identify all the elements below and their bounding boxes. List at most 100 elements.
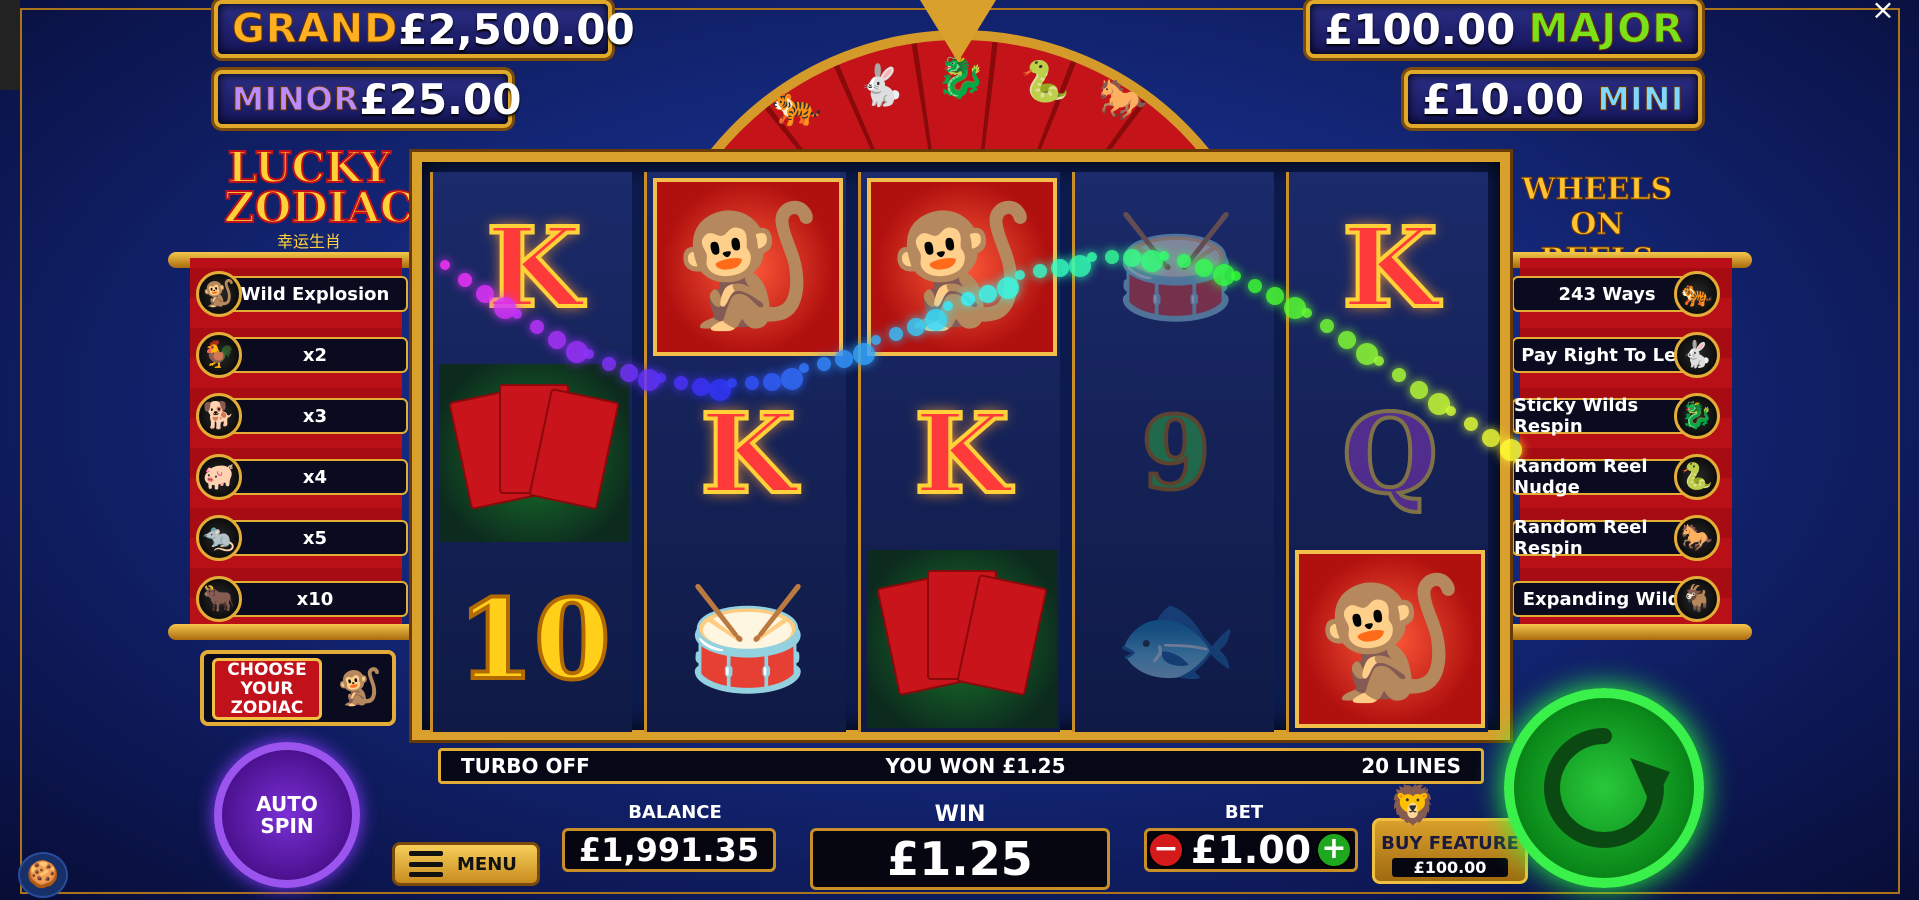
- tiger-wheel-icon: 🐅: [772, 83, 822, 129]
- bet-increase-button[interactable]: +: [1316, 832, 1352, 868]
- game-stage: 🐅 🐇 🐉 🐍 🐎 GRAND £2,500.00 MINOR £25.00 £…: [0, 0, 1919, 900]
- sparkle-particle: [1500, 439, 1522, 462]
- sparkle-particle: [1086, 251, 1097, 262]
- sparkle-particle: [1176, 254, 1191, 269]
- sparkle-particle: [1194, 258, 1213, 277]
- choose-zodiac-panel: CHOOSE YOUR ZODIAC 🐒: [200, 650, 396, 726]
- spin-button[interactable]: [1504, 688, 1704, 888]
- menu-button[interactable]: MENU: [392, 842, 540, 886]
- pig-icon: 🐖: [196, 454, 242, 500]
- horse-icon: 🐎: [1674, 515, 1720, 561]
- logo-line-1: LUCKY: [227, 143, 392, 192]
- sparkle-particle: [1338, 330, 1357, 349]
- sparkle-particle: [1032, 264, 1047, 279]
- rat-icon: 🐀: [196, 515, 242, 561]
- left-feature-row: x10: [222, 581, 408, 617]
- sparkle-particle: [853, 342, 876, 365]
- tiger-icon: 🐅: [1674, 271, 1720, 317]
- rabbit-wheel-icon: 🐇: [856, 63, 906, 109]
- reel: 🐒 K: [858, 172, 1060, 732]
- sparkle-particle: [943, 300, 954, 311]
- sparkle-particle: [440, 260, 450, 270]
- menu-label: MENU: [457, 853, 517, 875]
- symbol-envelopes: [867, 550, 1057, 728]
- minor-jackpot: MINOR £25.00: [214, 70, 521, 128]
- win-value: £1.25: [810, 828, 1110, 890]
- sparkle-particle: [1410, 380, 1429, 399]
- sparkle-particle: [1446, 405, 1457, 416]
- buy-feature-button[interactable]: 🦁 BUY FEATURE £100.00: [1372, 783, 1528, 884]
- sparkle-particle: [1302, 307, 1313, 318]
- left-feature-row: Wild Explosion: [222, 276, 408, 312]
- snake-wheel-icon: 🐍: [1020, 59, 1070, 105]
- symbol-q: Q: [1340, 387, 1440, 520]
- major-jackpot-value: £100.00: [1324, 4, 1516, 54]
- turbo-status[interactable]: TURBO OFF: [461, 754, 590, 778]
- sparkle-particle: [619, 363, 638, 382]
- lines-count: 20 LINES: [1361, 754, 1461, 778]
- symbol-monkey: 🐒: [1295, 550, 1485, 728]
- monkey-icon: 🐒: [196, 271, 242, 317]
- grand-jackpot-value: £2,500.00: [398, 4, 635, 54]
- reel: K 10: [430, 172, 632, 732]
- cookie-settings-icon[interactable]: 🍪: [18, 852, 68, 898]
- hamburger-icon: [409, 851, 443, 877]
- sparkle-particle: [1122, 249, 1141, 268]
- monkey-icon: 🐒: [337, 667, 382, 708]
- buy-feature-price: £100.00: [1392, 858, 1508, 877]
- auto-spin-button[interactable]: AUTO SPIN: [214, 742, 360, 888]
- right-scroll-rod-bottom: [1496, 624, 1752, 640]
- sparkle-particle: [1050, 259, 1069, 278]
- horse-wheel-icon: 🐎: [1098, 77, 1148, 123]
- balance-value: £1,991.35: [562, 828, 776, 872]
- major-jackpot-label: MAJOR: [1528, 6, 1684, 53]
- bet-label: BET: [1224, 802, 1264, 823]
- symbol-10: 10: [455, 573, 612, 706]
- left-feature-row: x3: [222, 398, 408, 434]
- minor-jackpot-label: MINOR: [231, 80, 360, 119]
- choose-zodiac-button[interactable]: CHOOSE YOUR ZODIAC: [212, 658, 322, 720]
- symbol-k: K: [698, 387, 798, 520]
- left-feature-row: x2: [222, 337, 408, 373]
- sparkle-particle: [1104, 249, 1119, 264]
- sparkle-particle: [871, 334, 882, 345]
- rabbit-icon: 🐇: [1674, 332, 1720, 378]
- grand-jackpot: GRAND £2,500.00: [214, 0, 635, 58]
- sparkle-particle: [978, 284, 997, 303]
- sparkle-particle: [673, 376, 688, 391]
- snake-icon: 🐍: [1674, 454, 1720, 500]
- sparkle-particle: [907, 317, 926, 336]
- goat-icon: 🐐: [1674, 576, 1720, 622]
- auto-spin-label: AUTO SPIN: [256, 792, 318, 838]
- rooster-icon: 🐓: [196, 332, 242, 378]
- symbol-9: 9: [1139, 392, 1213, 514]
- balance-label: BALANCE: [628, 802, 722, 823]
- mini-jackpot-label: MINI: [1597, 80, 1684, 119]
- buy-feature-label: BUY FEATURE: [1381, 833, 1519, 854]
- dog-icon: 🐕: [196, 393, 242, 439]
- symbol-envelopes: [439, 364, 629, 542]
- symbol-k: K: [912, 387, 1012, 520]
- bet-decrease-button[interactable]: −: [1148, 832, 1184, 868]
- dragon-icon: 🐉: [1674, 393, 1720, 439]
- sparkle-particle: [889, 326, 904, 341]
- sparkle-particle: [1482, 428, 1501, 447]
- win-label: WIN: [934, 802, 986, 827]
- close-icon[interactable]: ×: [1868, 0, 1898, 24]
- dragon-wheel-icon: 🐉: [936, 55, 986, 101]
- sparkle-particle: [691, 378, 710, 397]
- reel: 🥁 9 🐟: [1072, 172, 1274, 732]
- reel-frame: K 10 🐒 K 🥁 🐒 K 🥁 9 🐟 K Q 🐒: [412, 152, 1510, 740]
- logo-line-2: ZODIAC: [223, 183, 414, 232]
- sparkle-particle: [655, 373, 666, 384]
- left-feature-row: x5: [222, 520, 408, 556]
- reel: K Q 🐒: [1286, 172, 1488, 732]
- sparkle-particle: [763, 372, 782, 391]
- sparkle-particle: [996, 277, 1019, 300]
- sparkle-particle: [1230, 270, 1241, 281]
- sparkle-particle: [601, 357, 616, 372]
- grand-jackpot-label: GRAND: [231, 6, 399, 53]
- sparkle-particle: [547, 330, 566, 349]
- window-corner: [0, 0, 20, 90]
- sparkle-particle: [457, 272, 472, 287]
